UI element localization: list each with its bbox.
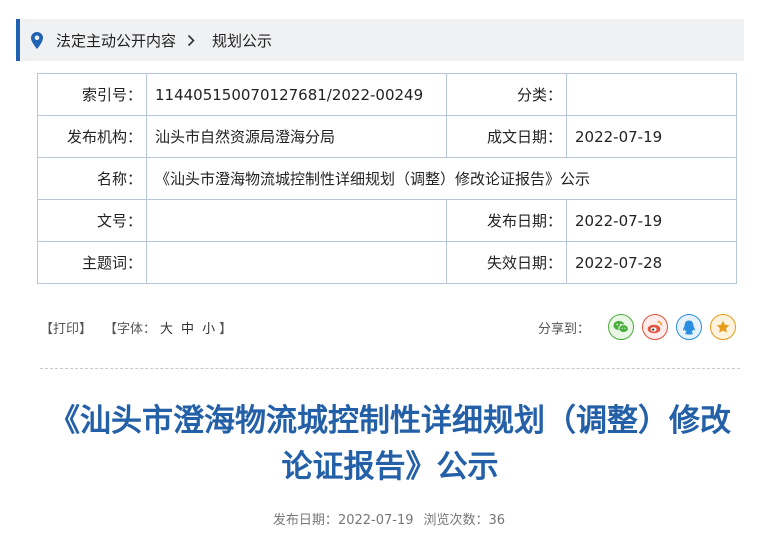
table-row: 索引号： 114405150070127681/2022-00249 分类： — [37, 73, 737, 116]
font-size-suffix: 】 — [219, 322, 233, 337]
font-size-prefix: 【字体： — [104, 322, 157, 337]
published-date-label: 发布日期： — [446, 199, 567, 242]
name-value: 《汕头市澄海物流城控制性详细规划（调整）修改论证报告》公示 — [146, 157, 737, 200]
breadcrumb-current-link[interactable]: 规划公示 — [212, 30, 272, 51]
created-date-label: 成文日期： — [446, 115, 567, 158]
print-button[interactable]: 【打印】 — [40, 318, 92, 337]
font-medium-button[interactable]: 中 — [181, 322, 194, 337]
expiry-date-value: 2022-07-28 — [566, 241, 737, 284]
publish-date-label: 发布日期： — [272, 513, 338, 528]
name-label: 名称： — [37, 157, 147, 200]
publisher-value: 汕头市自然资源局澄海分局 — [146, 115, 447, 158]
subject-value — [146, 241, 447, 284]
view-count-value: 36 — [488, 513, 506, 528]
article-meta: 发布日期：2022-07-19 浏览次数：36 — [0, 509, 778, 528]
category-label: 分类： — [446, 73, 567, 116]
document-info-table: 索引号： 114405150070127681/2022-00249 分类： 发… — [37, 73, 737, 284]
article-title: 《汕头市澄海物流城控制性详细规划（调整）修改论证报告》公示 — [49, 403, 731, 485]
category-value — [566, 73, 737, 116]
expiry-date-label: 失效日期： — [446, 241, 567, 284]
font-small-button[interactable]: 小 — [202, 322, 215, 337]
breadcrumb: 法定主动公开内容 规划公示 — [16, 19, 744, 61]
page-tools: 【打印】 【字体：大中小】 — [40, 318, 244, 337]
index-value: 114405150070127681/2022-00249 — [146, 73, 447, 116]
breadcrumb-home-link[interactable]: 法定主动公开内容 — [56, 30, 176, 51]
table-row: 文号： 发布日期： 2022-07-19 — [37, 199, 737, 242]
divider — [40, 368, 740, 369]
published-date-value: 2022-07-19 — [566, 199, 737, 242]
publish-date-value: 2022-07-19 — [337, 513, 414, 528]
share-label: 分享到： — [537, 321, 590, 337]
chevron-right-icon — [187, 34, 199, 47]
location-pin-icon — [31, 30, 45, 50]
created-date-value: 2022-07-19 — [566, 115, 737, 158]
table-row: 名称： 《汕头市澄海物流城控制性详细规划（调整）修改论证报告》公示 — [37, 157, 737, 200]
wechat-icon[interactable] — [608, 314, 634, 340]
table-row: 主题词： 失效日期： 2022-07-28 — [37, 241, 737, 284]
favorite-icon[interactable] — [710, 314, 736, 340]
subject-label: 主题词： — [37, 241, 147, 284]
weibo-icon[interactable] — [642, 314, 668, 340]
index-label: 索引号： — [37, 73, 147, 116]
font-size-control: 【字体：大中小】 — [104, 318, 232, 337]
docno-label: 文号： — [37, 199, 147, 242]
qq-icon[interactable] — [676, 314, 702, 340]
publisher-label: 发布机构： — [37, 115, 147, 158]
font-large-button[interactable]: 大 — [160, 322, 173, 337]
docno-value — [146, 199, 447, 242]
share-bar: 分享到： — [538, 314, 736, 340]
view-count-label: 浏览次数： — [423, 513, 489, 528]
table-row: 发布机构： 汕头市自然资源局澄海分局 成文日期： 2022-07-19 — [37, 115, 737, 158]
